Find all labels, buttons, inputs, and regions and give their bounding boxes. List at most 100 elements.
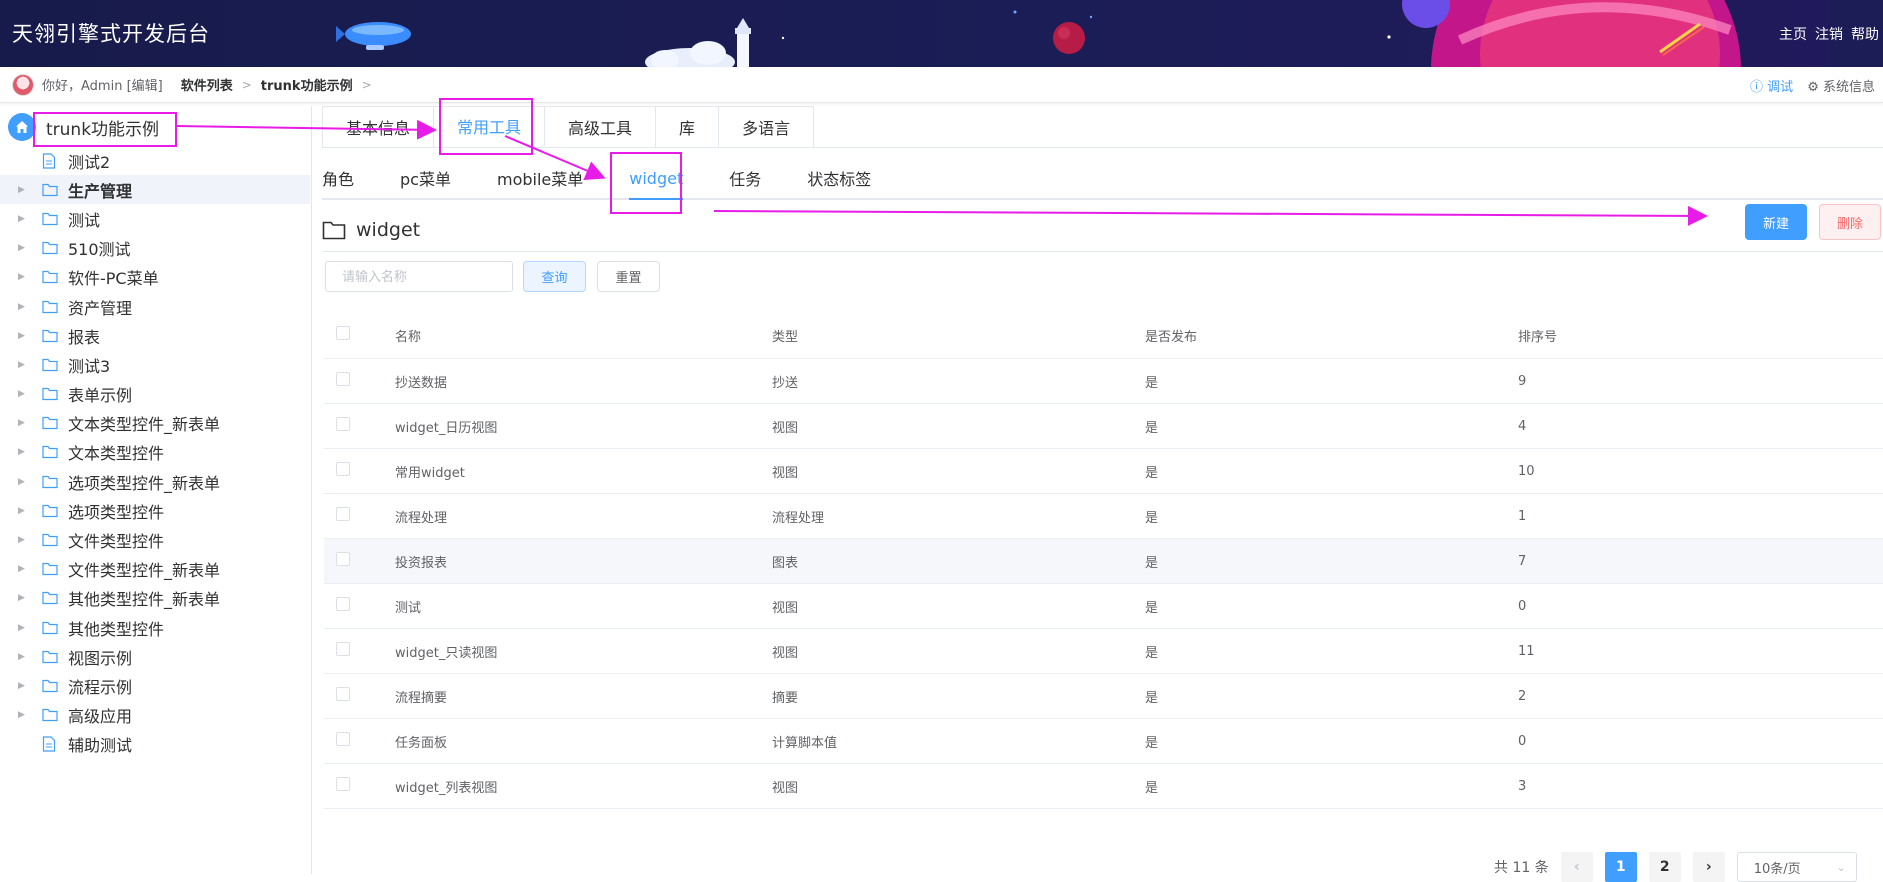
select-all-checkbox[interactable]: [336, 326, 350, 340]
caret-right-icon[interactable]: ▶: [18, 623, 28, 633]
table-row[interactable]: 常用widget 视图 是 10: [324, 449, 1883, 494]
logout-link[interactable]: 注销: [1815, 24, 1843, 44]
caret-right-icon[interactable]: ▶: [18, 185, 28, 195]
table-row[interactable]: 测试 视图 是 0: [324, 584, 1883, 629]
subtab-0[interactable]: 角色: [322, 158, 354, 198]
table-row[interactable]: widget_日历视图 视图 是 4: [324, 404, 1883, 449]
system-info-link[interactable]: ⚙ 系统信息: [1807, 76, 1875, 95]
tree-item[interactable]: ▶ 测试: [0, 204, 310, 233]
query-button[interactable]: 查询: [523, 261, 586, 292]
tree-item[interactable]: ▶ 文件类型控件_新表单: [0, 555, 310, 584]
row-checkbox[interactable]: [336, 732, 350, 746]
table-row[interactable]: 流程处理 流程处理 是 1: [324, 494, 1883, 539]
caret-right-icon[interactable]: ▶: [18, 214, 28, 224]
caret-right-icon[interactable]: ▶: [18, 360, 28, 370]
caret-right-icon[interactable]: ▶: [18, 447, 28, 457]
page-button-1[interactable]: 1: [1604, 852, 1637, 882]
caret-right-icon[interactable]: ▶: [18, 389, 28, 399]
page-size-select[interactable]: 10条/页 ⌄: [1736, 852, 1857, 882]
row-checkbox[interactable]: [336, 687, 350, 701]
table-cell: 11: [1518, 643, 1535, 659]
search-input[interactable]: [325, 261, 513, 292]
caret-right-icon[interactable]: ▶: [18, 564, 28, 574]
folder-icon: [42, 327, 60, 345]
caret-right-icon[interactable]: ▶: [18, 535, 28, 545]
column-header-type[interactable]: 类型: [772, 326, 1145, 345]
row-checkbox[interactable]: [336, 597, 350, 611]
tree-item-label: 辅助测试: [68, 736, 133, 756]
breadcrumb-trunk[interactable]: trunk功能示例: [261, 75, 353, 94]
tab-0[interactable]: 基本信息: [323, 107, 435, 147]
subtab-5[interactable]: 状态标签: [807, 158, 871, 198]
tree-item[interactable]: ▶ 报表: [0, 321, 310, 350]
tab-2[interactable]: 高级工具: [545, 107, 657, 147]
tree-item[interactable]: ▶ 文本类型控件_新表单: [0, 409, 310, 438]
table-row[interactable]: 任务面板 计算脚本值 是 0: [324, 719, 1883, 764]
tree-item[interactable]: ▶ 其他类型控件: [0, 613, 310, 642]
row-checkbox[interactable]: [336, 777, 350, 791]
tree-item[interactable]: ▶ 文本类型控件: [0, 438, 310, 467]
table-row[interactable]: 投资报表 图表 是 7: [324, 539, 1883, 584]
tree-item[interactable]: ▶ 软件-PC菜单: [0, 263, 310, 292]
row-checkbox[interactable]: [336, 372, 350, 386]
caret-right-icon[interactable]: ▶: [18, 710, 28, 720]
folder-icon: [42, 298, 60, 316]
tree-item[interactable]: ▶ 文件类型控件: [0, 525, 310, 554]
tree-item[interactable]: ▶ 生产管理: [0, 175, 310, 205]
caret-right-icon[interactable]: ▶: [18, 331, 28, 341]
avatar[interactable]: [12, 73, 34, 96]
tree-item[interactable]: ▶ 流程示例: [0, 671, 310, 700]
caret-right-icon[interactable]: ▶: [18, 418, 28, 428]
tree-item[interactable]: ▶ 资产管理: [0, 292, 310, 321]
row-checkbox[interactable]: [336, 552, 350, 566]
tree-item[interactable]: ▶ 高级应用: [0, 701, 310, 730]
caret-right-icon[interactable]: ▶: [18, 272, 28, 282]
page-button-2[interactable]: 2: [1648, 852, 1681, 882]
row-checkbox[interactable]: [336, 507, 350, 521]
caret-right-icon[interactable]: ▶: [18, 593, 28, 603]
help-link[interactable]: 帮助: [1851, 24, 1879, 44]
subtab-1[interactable]: pc菜单: [400, 158, 451, 198]
tree-list: ▶测试2▶生产管理▶测试▶510测试▶软件-PC菜单▶资产管理▶报表▶测试3▶表…: [0, 146, 310, 759]
tree-item[interactable]: ▶ 表单示例: [0, 380, 310, 409]
debug-link[interactable]: ⓘ 调试: [1750, 76, 1793, 95]
caret-right-icon[interactable]: ▶: [18, 243, 28, 253]
tree-item-label: 其他类型控件_新表单: [68, 590, 221, 610]
tree-item[interactable]: ▶ 选项类型控件_新表单: [0, 467, 310, 496]
new-button[interactable]: 新建: [1745, 204, 1807, 240]
greeting-text[interactable]: 你好，Admin [编辑]: [42, 75, 163, 94]
caret-right-icon[interactable]: ▶: [18, 652, 28, 662]
tab-3[interactable]: 库: [656, 107, 720, 147]
column-header-published[interactable]: 是否发布: [1145, 326, 1518, 345]
tree-item[interactable]: ▶ 视图示例: [0, 642, 310, 671]
row-checkbox[interactable]: [336, 417, 350, 431]
tree-item[interactable]: ▶ 510测试: [0, 234, 310, 263]
delete-button[interactable]: 删除: [1819, 204, 1881, 240]
tree-item[interactable]: ▶ 测试3: [0, 350, 310, 379]
home-link[interactable]: 主页: [1779, 24, 1807, 44]
row-checkbox[interactable]: [336, 642, 350, 656]
tree-item[interactable]: ▶辅助测试: [0, 730, 310, 759]
caret-right-icon[interactable]: ▶: [18, 302, 28, 312]
tree-item[interactable]: ▶测试2: [0, 146, 310, 175]
folder-icon: [42, 414, 60, 432]
subtab-2[interactable]: mobile菜单: [497, 158, 583, 198]
table-row[interactable]: 流程摘要 摘要 是 2: [324, 674, 1883, 719]
breadcrumb-software-list[interactable]: 软件列表: [181, 75, 233, 94]
chevron-left-icon[interactable]: ‹: [1560, 852, 1593, 882]
column-header-name[interactable]: 名称: [395, 326, 772, 345]
tree-item[interactable]: ▶ 选项类型控件: [0, 496, 310, 525]
tree-item[interactable]: ▶ 其他类型控件_新表单: [0, 584, 310, 613]
table-row[interactable]: 抄送数据 抄送 是 9: [324, 359, 1883, 404]
column-header-order[interactable]: 排序号: [1518, 326, 1883, 345]
table-row[interactable]: widget_列表视图 视图 是 3: [324, 764, 1883, 809]
table-row[interactable]: widget_只读视图 视图 是 11: [324, 629, 1883, 674]
subtab-4[interactable]: 任务: [729, 158, 761, 198]
row-checkbox[interactable]: [336, 462, 350, 476]
caret-right-icon[interactable]: ▶: [18, 506, 28, 516]
caret-right-icon[interactable]: ▶: [18, 681, 28, 691]
chevron-right-icon[interactable]: ›: [1692, 852, 1725, 882]
caret-right-icon[interactable]: ▶: [18, 477, 28, 487]
reset-button[interactable]: 重置: [597, 261, 660, 292]
tab-4[interactable]: 多语言: [719, 107, 813, 147]
